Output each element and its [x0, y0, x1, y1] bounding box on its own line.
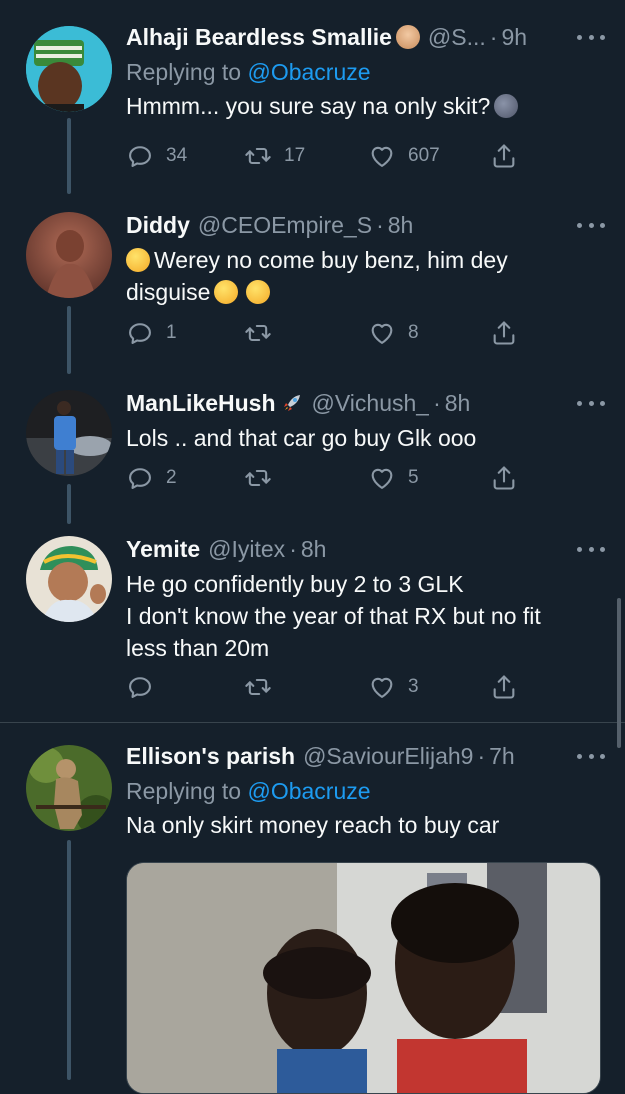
separator-dot: ·: [477, 742, 486, 769]
share-button[interactable]: [490, 142, 518, 170]
tweet-text: Lols .. and that car go buy Glk ooo: [126, 425, 477, 451]
replying-to-link[interactable]: @Obacruze: [247, 59, 370, 85]
tweet[interactable]: ManLikeHush @Vichush_ · 8h Lols .. and t…: [0, 370, 625, 520]
heart-icon: [368, 464, 396, 492]
avatar[interactable]: [26, 390, 112, 476]
tweet[interactable]: Yemite @Iyitex · 8h He go confidently bu…: [0, 520, 625, 722]
author-handle[interactable]: @SaviourElijah9: [303, 743, 473, 770]
reply-button[interactable]: 1: [126, 319, 177, 347]
reply-count: 2: [166, 467, 177, 488]
avatar[interactable]: [26, 536, 112, 622]
author-name[interactable]: Yemite: [126, 536, 200, 563]
reply-icon: [126, 142, 154, 170]
timestamp[interactable]: 8h: [388, 212, 414, 239]
retweet-icon: [244, 142, 272, 170]
tweet-text-line: Werey no come buy benz, him dey: [154, 247, 508, 273]
retweet-button[interactable]: [244, 673, 284, 701]
laughing-emoji-icon: [214, 280, 239, 304]
reply-button[interactable]: [126, 673, 166, 701]
reply-icon: [126, 319, 154, 347]
reply-count: 1: [166, 322, 177, 343]
like-button[interactable]: 5: [368, 464, 419, 492]
replying-to: Replying to @Obacruze: [126, 775, 605, 807]
moon-face-emoji-icon: [494, 94, 519, 118]
avatar[interactable]: [26, 212, 112, 298]
heart-icon: [368, 319, 396, 347]
author-handle[interactable]: @Vichush_: [312, 390, 430, 417]
old-person-emoji-icon: [395, 25, 420, 49]
tweet-text: Hmmm... you sure say na only skit?: [126, 90, 605, 122]
retweet-button[interactable]: [244, 319, 284, 347]
timestamp[interactable]: 8h: [301, 536, 327, 563]
separator-dot: ·: [433, 389, 441, 416]
reply-button[interactable]: 2: [126, 464, 177, 492]
like-button[interactable]: 8: [368, 319, 419, 347]
retweet-button[interactable]: [244, 464, 284, 492]
like-button[interactable]: 607: [368, 142, 440, 170]
share-button[interactable]: [490, 673, 518, 701]
timestamp[interactable]: 9h: [501, 24, 527, 51]
sweat-smile-emoji-icon: [246, 280, 271, 304]
like-button[interactable]: 3: [368, 673, 419, 701]
heart-icon: [368, 142, 396, 170]
laughing-emoji-icon: [126, 248, 150, 272]
author-handle[interactable]: @S...: [428, 24, 486, 51]
like-count: 5: [408, 467, 419, 488]
author-name[interactable]: Alhaji Beardless Smallie: [126, 24, 392, 51]
retweet-icon: [244, 464, 272, 492]
author-name[interactable]: ManLikeHush: [126, 390, 276, 417]
reply-button[interactable]: 34: [126, 142, 187, 170]
rocket-emoji-icon: [280, 391, 304, 415]
tweet-text-line: I don't know the year of that RX but no …: [126, 603, 541, 629]
tweet-text-line: less than 20m: [126, 635, 270, 661]
tweet-media-image[interactable]: [126, 862, 601, 1094]
replying-to-label: Replying to: [126, 59, 242, 85]
scrollbar[interactable]: [617, 598, 621, 748]
tweet[interactable]: Diddy @CEOEmpire_S · 8h Werey no come bu…: [0, 190, 625, 370]
share-icon: [490, 673, 518, 701]
share-icon: [490, 464, 518, 492]
retweet-count: 17: [284, 145, 306, 166]
share-icon: [490, 142, 518, 170]
separator-dot: ·: [376, 211, 384, 238]
retweet-button[interactable]: 17: [244, 142, 305, 170]
tweet-text: He go confidently buy 2 to 3 GLK I don't…: [126, 568, 605, 664]
more-options-icon[interactable]: [577, 30, 605, 44]
author-handle[interactable]: @Iyitex: [208, 536, 285, 563]
timestamp[interactable]: 7h: [489, 743, 515, 770]
tweet-text-line: disguise: [126, 279, 211, 305]
share-button[interactable]: [490, 464, 518, 492]
heart-icon: [368, 673, 396, 701]
retweet-icon: [244, 319, 272, 347]
tweet-text-line: He go confidently buy 2 to 3 GLK: [126, 571, 464, 597]
author-name[interactable]: Ellison's parish: [126, 743, 295, 770]
tweet-text-body: Hmmm... you sure say na only skit?: [126, 93, 491, 119]
separator-dot: ·: [289, 535, 297, 562]
more-options-icon[interactable]: [577, 396, 605, 410]
replying-to: Replying to @Obacruze: [126, 56, 605, 88]
tweet-text: Werey no come buy benz, him dey disguise: [126, 244, 605, 308]
more-options-icon[interactable]: [577, 218, 605, 232]
reply-icon: [126, 673, 154, 701]
author-handle[interactable]: @CEOEmpire_S: [198, 212, 372, 239]
more-options-icon[interactable]: [577, 749, 605, 763]
replying-to-link[interactable]: @Obacruze: [247, 778, 370, 804]
like-count: 8: [408, 322, 419, 343]
tweet-text: Na only skirt money reach to buy car: [126, 812, 500, 838]
more-options-icon[interactable]: [577, 542, 605, 556]
avatar[interactable]: [26, 745, 112, 831]
reply-icon: [126, 464, 154, 492]
share-icon: [490, 319, 518, 347]
separator-dot: ·: [489, 23, 498, 50]
tweet[interactable]: Alhaji Beardless Smallie @S... · 9h Repl…: [0, 0, 625, 190]
timestamp[interactable]: 8h: [445, 390, 471, 417]
replying-to-label: Replying to: [126, 778, 242, 804]
like-count: 3: [408, 676, 419, 697]
avatar[interactable]: [26, 26, 112, 112]
retweet-icon: [244, 673, 272, 701]
author-name[interactable]: Diddy: [126, 212, 190, 239]
like-count: 607: [408, 145, 440, 166]
reply-count: 34: [166, 145, 188, 166]
share-button[interactable]: [490, 319, 518, 347]
